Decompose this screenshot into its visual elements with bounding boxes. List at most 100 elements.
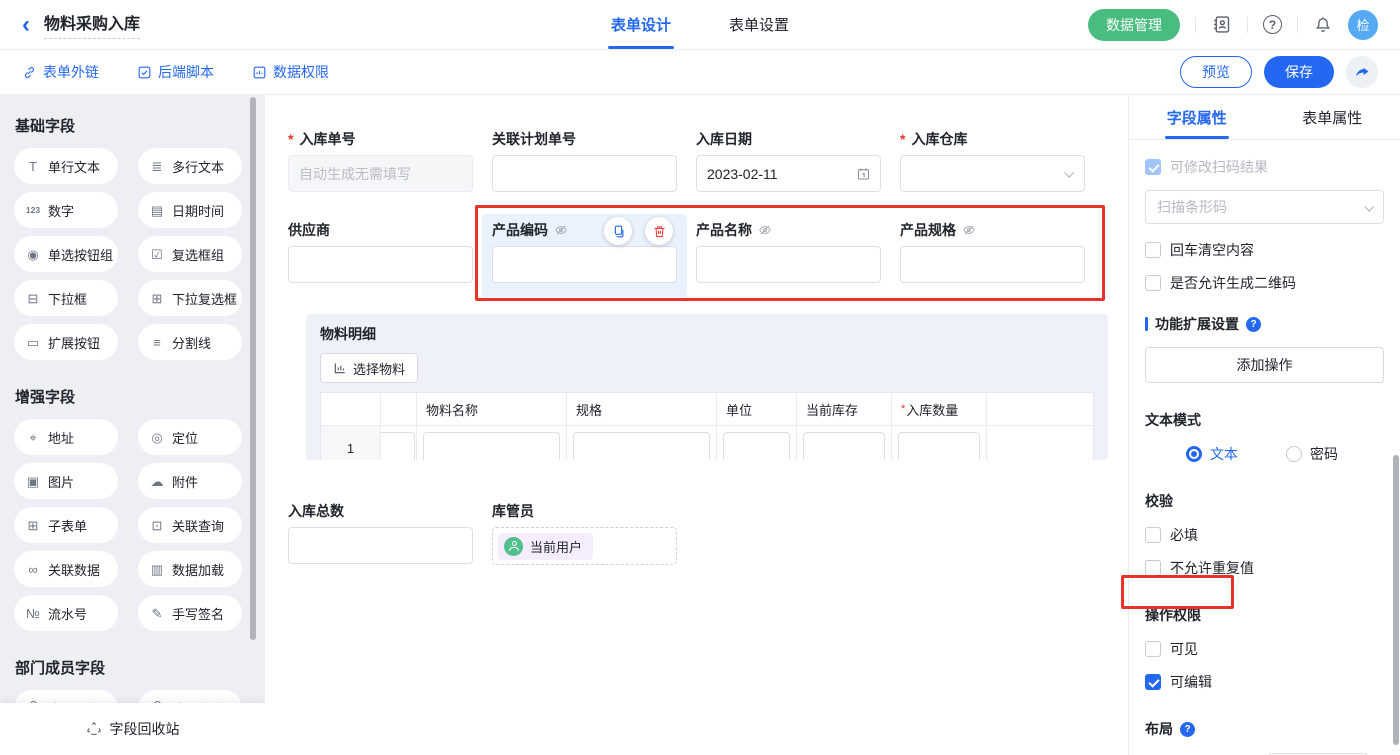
- field-total-qty[interactable]: 入库总数: [288, 503, 473, 565]
- product-name-input[interactable]: [696, 246, 881, 283]
- address-book-icon[interactable]: [1211, 14, 1232, 35]
- data-permission-button[interactable]: 数据权限: [252, 62, 329, 82]
- panel-scrollbar[interactable]: [1393, 455, 1399, 745]
- visible-row[interactable]: 可见: [1145, 639, 1384, 659]
- divider-icon: ≡: [149, 336, 165, 349]
- field-pill-geolocation[interactable]: ◎定位: [138, 419, 242, 455]
- field-pill-data-load[interactable]: ▥数据加载: [138, 551, 242, 587]
- current-stock-input[interactable]: [803, 432, 885, 460]
- notification-bell-icon[interactable]: [1313, 15, 1333, 35]
- current-user-tag[interactable]: 当前用户: [498, 533, 593, 560]
- form-designer-app: ‹ 物料采购入库 表单设计 表单设置 数据管理 ?: [0, 0, 1400, 755]
- required-row[interactable]: 必填: [1145, 525, 1384, 545]
- field-pill-datetime[interactable]: ▤日期时间: [138, 192, 242, 228]
- user-avatar[interactable]: 检: [1348, 10, 1378, 40]
- field-pill-divider[interactable]: ≡分割线: [138, 324, 242, 360]
- no-repeat-label: 不允许重复值: [1170, 558, 1254, 578]
- material-detail-subform[interactable]: 物料明细 选择物料 物料名称 规格 单位 当前库存: [306, 314, 1108, 460]
- product-spec-input[interactable]: [900, 246, 1085, 283]
- field-label: 入库仓库: [900, 131, 1085, 147]
- allow-qrcode-row[interactable]: 是否允许生成二维码: [1145, 273, 1384, 293]
- field-library-sidebar: 基础字段 T单行文本 ≣多行文本 123数字 ▤日期时间 ◉单选按钮组 ☑复选框…: [0, 95, 265, 755]
- field-pill-linked-data[interactable]: ∞关联数据: [14, 551, 118, 587]
- radio-text-option[interactable]: 文本: [1186, 444, 1238, 464]
- member-field-box[interactable]: 当前用户: [492, 527, 677, 565]
- field-label-text: 产品名称: [696, 220, 752, 240]
- radio-unselected-icon[interactable]: [1286, 446, 1302, 462]
- field-pill-single-text[interactable]: T单行文本: [14, 148, 118, 184]
- back-icon[interactable]: ‹: [22, 13, 30, 37]
- delete-field-icon[interactable]: [645, 217, 673, 245]
- radio-text-label: 文本: [1210, 444, 1238, 464]
- pill-label: 数字: [48, 201, 74, 220]
- inbound-date-input[interactable]: [696, 155, 881, 192]
- field-recycle-bin[interactable]: 字段回收站: [0, 703, 265, 755]
- layout-help-icon[interactable]: ?: [1180, 722, 1195, 737]
- supplier-input[interactable]: [288, 246, 473, 283]
- pill-label: 手写签名: [172, 604, 224, 623]
- field-pill-number[interactable]: 123数字: [14, 192, 118, 228]
- copy-field-icon[interactable]: [604, 217, 632, 245]
- data-manage-button[interactable]: 数据管理: [1088, 9, 1180, 41]
- field-pill-serial-number[interactable]: №流水号: [14, 595, 118, 631]
- save-button[interactable]: 保存: [1264, 56, 1334, 88]
- field-product-spec[interactable]: 产品规格: [900, 222, 1085, 283]
- field-plan-no[interactable]: 关联计划单号: [492, 131, 677, 192]
- help-question-icon[interactable]: ?: [1246, 317, 1261, 332]
- editable-checkbox[interactable]: [1145, 674, 1161, 690]
- field-product-name[interactable]: 产品名称: [696, 222, 881, 283]
- share-icon[interactable]: [1346, 56, 1378, 88]
- field-pill-signature[interactable]: ✎手写签名: [138, 595, 242, 631]
- tab-form-properties[interactable]: 表单属性: [1265, 95, 1400, 139]
- preview-button[interactable]: 预览: [1180, 56, 1252, 88]
- total-qty-input[interactable]: [288, 527, 473, 564]
- column-spec: 规格: [567, 393, 717, 426]
- field-pill-subform[interactable]: ⊞子表单: [14, 507, 118, 543]
- field-supplier[interactable]: 供应商: [288, 222, 473, 283]
- field-pill-checkbox-group[interactable]: ☑复选框组: [138, 236, 242, 272]
- inbound-qty-input[interactable]: [898, 432, 980, 460]
- select-material-button[interactable]: 选择物料: [320, 353, 418, 383]
- field-product-code[interactable]: 产品编码: [492, 222, 677, 283]
- field-pill-radio-group[interactable]: ◉单选按钮组: [14, 236, 118, 272]
- form-external-link-button[interactable]: 表单外链: [22, 62, 99, 82]
- field-pill-image[interactable]: ▣图片: [14, 463, 118, 499]
- tab-form-settings[interactable]: 表单设置: [729, 0, 789, 49]
- field-pill-address[interactable]: ⌖地址: [14, 419, 118, 455]
- radio-selected-icon[interactable]: [1186, 446, 1202, 462]
- unit-input[interactable]: [723, 432, 790, 460]
- field-pill-multi-text[interactable]: ≣多行文本: [138, 148, 242, 184]
- no-repeat-row[interactable]: 不允许重复值: [1145, 558, 1384, 578]
- visible-checkbox[interactable]: [1145, 641, 1161, 657]
- field-inbound-no[interactable]: 入库单号: [288, 131, 473, 192]
- calendar-icon[interactable]: [856, 166, 871, 181]
- form-title[interactable]: 物料采购入库: [44, 10, 140, 39]
- field-warehouse-keeper[interactable]: 库管员 当前用户: [492, 503, 677, 565]
- radio-password-option[interactable]: 密码: [1286, 444, 1338, 464]
- field-pill-attachment[interactable]: ☁附件: [138, 463, 242, 499]
- field-pill-linked-query[interactable]: ⊡关联查询: [138, 507, 242, 543]
- tab-form-design[interactable]: 表单设计: [611, 0, 671, 49]
- add-action-button[interactable]: 添加操作: [1145, 347, 1384, 383]
- enter-clear-row[interactable]: 回车清空内容: [1145, 240, 1384, 260]
- editable-row[interactable]: 可编辑: [1145, 672, 1384, 692]
- no-repeat-checkbox[interactable]: [1145, 560, 1161, 576]
- required-checkbox[interactable]: [1145, 527, 1161, 543]
- allow-qrcode-checkbox[interactable]: [1145, 275, 1161, 291]
- product-code-input[interactable]: [492, 246, 677, 283]
- material-name-input[interactable]: [423, 432, 560, 460]
- field-warehouse[interactable]: 入库仓库: [900, 131, 1085, 192]
- spec-input[interactable]: [573, 432, 710, 460]
- clipped-input[interactable]: [381, 432, 415, 460]
- backend-script-button[interactable]: 后端脚本: [137, 62, 214, 82]
- tab-field-properties[interactable]: 字段属性: [1129, 95, 1265, 139]
- field-inbound-date[interactable]: 入库日期: [696, 131, 881, 192]
- help-icon[interactable]: ?: [1263, 15, 1282, 34]
- warehouse-select[interactable]: [900, 155, 1085, 192]
- sidebar-scrollbar[interactable]: [250, 97, 256, 640]
- field-pill-extend-button[interactable]: ▭扩展按钮: [14, 324, 118, 360]
- plan-no-input[interactable]: [492, 155, 677, 192]
- field-pill-select[interactable]: ⊟下拉框: [14, 280, 118, 316]
- enter-clear-checkbox[interactable]: [1145, 242, 1161, 258]
- field-pill-multi-select[interactable]: ⊞下拉复选框: [138, 280, 242, 316]
